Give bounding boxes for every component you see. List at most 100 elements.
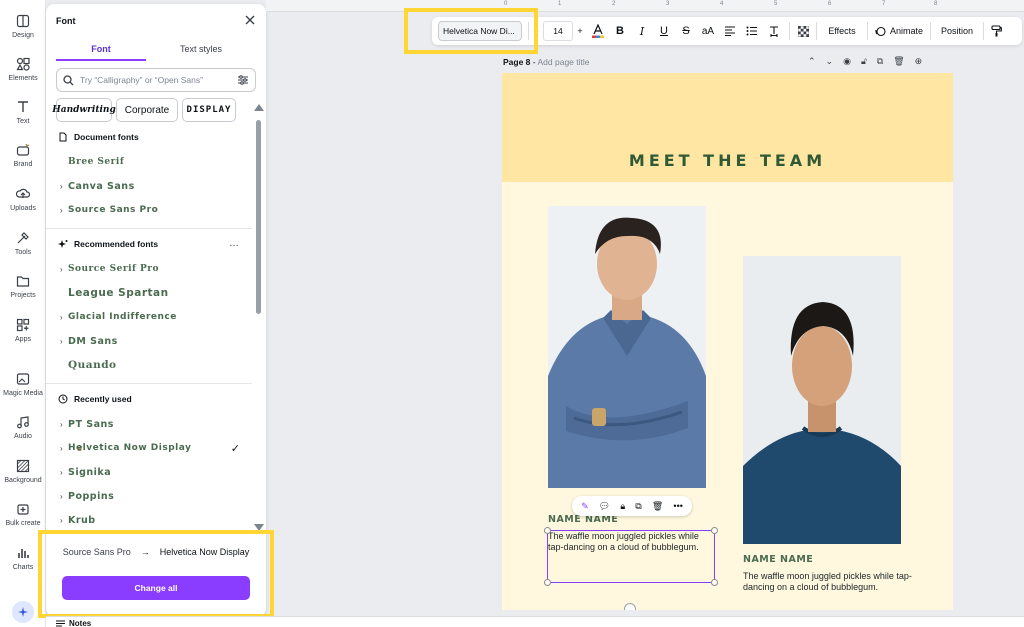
transparency-button[interactable] xyxy=(790,21,816,41)
team-photo-2[interactable] xyxy=(743,256,901,544)
section-recently-used: Recently used xyxy=(58,394,132,404)
audio-icon xyxy=(17,416,29,429)
rail-text[interactable]: Text xyxy=(0,100,46,140)
font-item-glacial-indifference[interactable]: › Glacial Indifference xyxy=(60,308,250,326)
rail-audio[interactable]: Audio xyxy=(0,415,46,455)
font-name: Krub xyxy=(68,514,96,526)
animate-icon xyxy=(875,26,886,36)
add-page-title[interactable]: Add page title xyxy=(538,57,590,67)
left-sidebar: Design Elements Text Brand Uploads Tools… xyxy=(0,0,46,627)
notes-icon xyxy=(56,620,65,627)
font-size-input[interactable]: 14 xyxy=(543,21,573,41)
ruler-tick: 2 xyxy=(612,1,616,7)
chip-display[interactable]: DISPLAY xyxy=(182,98,236,122)
font-search-input[interactable]: Try “Calligraphy” or “Open Sans” xyxy=(56,68,256,92)
tools-icon xyxy=(17,232,29,244)
magic-assistant-button[interactable] xyxy=(12,601,34,623)
position-button[interactable]: Position xyxy=(931,21,983,41)
spacing-button[interactable] xyxy=(763,21,785,41)
font-item-pt-sans[interactable]: › PT Sans xyxy=(60,415,250,433)
copy-style-button[interactable] xyxy=(984,21,1008,41)
scroll-down-arrow[interactable] xyxy=(254,524,264,531)
rail-projects[interactable]: Projects xyxy=(0,274,46,314)
tab-text-styles[interactable]: Text styles xyxy=(156,44,246,54)
resize-handle[interactable] xyxy=(544,579,551,586)
scroll-up-arrow[interactable] xyxy=(254,104,264,111)
font-item-source-sans-pro[interactable]: › Source Sans Pro xyxy=(60,201,250,219)
font-name: Helvetica Now Display xyxy=(68,443,192,453)
rail-charts[interactable]: Charts xyxy=(0,546,46,586)
increase-size-button[interactable]: + xyxy=(573,21,587,41)
change-all-button[interactable]: Change all xyxy=(62,576,250,600)
font-item-poppins[interactable]: › Poppins xyxy=(60,487,250,505)
text-color-button[interactable] xyxy=(587,21,609,41)
tab-font[interactable]: Font xyxy=(56,44,146,54)
animate-button[interactable]: Animate xyxy=(868,21,930,41)
close-icon[interactable] xyxy=(244,14,256,26)
font-item-source-serif-pro[interactable]: › Source Serif Pro xyxy=(60,260,250,278)
member-2-bio[interactable]: The waffle moon juggled pickles while ta… xyxy=(743,571,923,592)
resize-handle[interactable] xyxy=(711,579,718,586)
trash-icon[interactable]: 🗑︎ xyxy=(652,501,663,512)
font-item-canva-sans[interactable]: › Canva Sans xyxy=(60,177,250,195)
resize-handle[interactable] xyxy=(544,527,551,534)
design-canvas[interactable]: MEET THE TEAM NAME NAME The waffle moon … xyxy=(502,73,953,610)
rail-bulk-create[interactable]: Bulk create xyxy=(0,502,46,542)
rail-magic-media[interactable]: Magic Media xyxy=(0,372,46,412)
eye-icon[interactable]: ◉ xyxy=(843,56,851,67)
duplicate-icon[interactable]: ⧉ xyxy=(877,56,883,67)
resize-handle[interactable] xyxy=(711,527,718,534)
rail-background[interactable]: Background xyxy=(0,459,46,499)
rail-uploads[interactable]: Uploads xyxy=(0,187,46,227)
notes-button[interactable]: Notes xyxy=(56,619,91,627)
font-item-signika[interactable]: › Signika xyxy=(60,463,250,481)
comment-icon[interactable]: 💬︎ xyxy=(599,501,610,512)
more-icon[interactable]: ••• xyxy=(673,501,682,511)
lock-icon[interactable]: 🔓︎ xyxy=(861,56,867,67)
duplicate-icon[interactable]: ⧉ xyxy=(635,501,641,512)
font-item-helvetica-now-display[interactable]: › Helvetica Now Display ♛ ✓ xyxy=(60,439,250,457)
effects-button[interactable]: Effects xyxy=(817,21,867,41)
rail-brand[interactable]: Brand xyxy=(0,143,46,183)
rail-tools[interactable]: Tools xyxy=(0,231,46,271)
trash-icon[interactable]: 🗑︎ xyxy=(893,56,904,67)
decrease-size-button[interactable]: − xyxy=(529,21,543,41)
magic-write-icon[interactable]: ✎ xyxy=(581,501,589,512)
member-2-name[interactable]: NAME NAME xyxy=(743,554,813,565)
bottom-bar: Notes xyxy=(46,616,1024,627)
bold-button[interactable]: B xyxy=(609,21,631,41)
letter-case-button[interactable]: aA xyxy=(697,21,719,41)
design-title[interactable]: MEET THE TEAM xyxy=(502,151,953,170)
rotate-handle[interactable] xyxy=(624,603,636,610)
rail-elements[interactable]: Elements xyxy=(0,57,46,97)
italic-button[interactable]: I xyxy=(631,21,653,41)
background-icon xyxy=(16,459,30,473)
align-button[interactable] xyxy=(719,21,741,41)
font-item-dm-sans[interactable]: › DM Sans xyxy=(60,332,250,350)
chip-corporate[interactable]: Corporate xyxy=(116,98,178,122)
chevron-up-icon[interactable]: ⌃ xyxy=(808,56,816,67)
font-family-dropdown[interactable]: Helvetica Now Di... xyxy=(438,21,522,41)
scrollbar-thumb[interactable] xyxy=(256,120,261,314)
list-button[interactable] xyxy=(741,21,763,41)
more-options-icon[interactable]: … xyxy=(229,238,240,249)
team-photo-1[interactable] xyxy=(548,206,706,488)
rail-label: Apps xyxy=(15,336,31,343)
lock-icon[interactable]: 🔒︎ xyxy=(620,501,625,512)
underline-button[interactable]: U xyxy=(653,21,675,41)
rail-design[interactable]: Design xyxy=(0,14,46,54)
font-item-bree-serif[interactable]: Bree Serif xyxy=(60,153,250,171)
section-title: Recently used xyxy=(74,394,132,404)
add-page-icon[interactable]: ⊕ xyxy=(915,56,923,67)
filter-icon[interactable] xyxy=(237,74,249,86)
panel-title: Font xyxy=(56,16,76,26)
ruler-tick: 0 xyxy=(504,1,508,7)
chevron-down-icon[interactable]: ⌄ xyxy=(826,56,834,67)
font-item-krub[interactable]: › Krub xyxy=(60,511,250,529)
font-item-quando[interactable]: Quando xyxy=(60,356,250,374)
font-item-league-spartan[interactable]: League Spartan xyxy=(60,284,250,302)
chip-handwriting[interactable]: Handwriting xyxy=(52,98,116,122)
strikethrough-button[interactable]: S xyxy=(675,21,697,41)
rail-apps[interactable]: Apps xyxy=(0,318,46,358)
section-document-fonts: Document fonts xyxy=(58,132,139,142)
